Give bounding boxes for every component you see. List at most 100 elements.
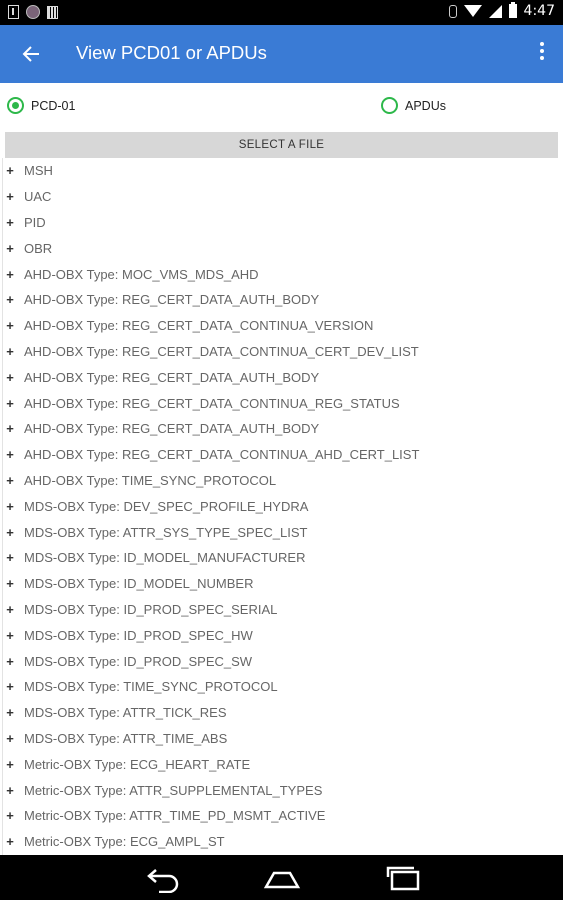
tree-item[interactable]: + MDS-OBX Type: ATTR_SYS_TYPE_SPEC_LIST [0, 519, 563, 545]
tree-item-label: AHD-OBX Type: REG_CERT_DATA_AUTH_BODY [24, 421, 320, 437]
tree-item[interactable]: + MDS-OBX Type: ID_MODEL_NUMBER [0, 570, 563, 597]
tree-item[interactable]: + AHD-OBX Type: REG_CERT_DATA_CONTINUA_CE… [0, 338, 563, 365]
bluetooth-icon [448, 4, 457, 18]
back-icon [147, 869, 179, 894]
tree-item-label: AHD-OBX Type: REG_CERT_DATA_AUTH_BODY [24, 369, 320, 385]
tree-item-label: MDS-OBX Type: ID_MODEL_MANUFACTURER [24, 550, 306, 566]
tree-item[interactable]: + AHD-OBX Type: MOC_VMS_MDS_AHD [0, 261, 563, 287]
tree-item[interactable]: + MDS-OBX Type: ID_MODEL_MANUFACTURER [0, 544, 563, 571]
tree-item-label: AHD-OBX Type: REG_CERT_DATA_CONTINUA_VER… [24, 318, 374, 334]
expand-icon[interactable]: + [2, 544, 17, 571]
back-button[interactable] [14, 38, 50, 70]
tree-item-label: AHD-OBX Type: REG_CERT_DATA_CONTINUA_CER… [24, 343, 419, 359]
expand-icon[interactable]: + [2, 570, 17, 597]
expand-icon[interactable]: + [2, 364, 17, 391]
barcode-icon [47, 5, 58, 19]
tree-item-label: PID [24, 214, 46, 230]
tree-item[interactable]: + MDS-OBX Type: ID_PROD_SPEC_HW [0, 622, 563, 649]
radio-apdus[interactable]: APDUs [381, 97, 446, 114]
notification-icon [8, 5, 19, 19]
tree-item-label: Metric-OBX Type: ECG_HEART_RATE [24, 756, 251, 772]
tree-item-label: MDS-OBX Type: ATTR_TIME_ABS [24, 730, 228, 746]
expand-icon[interactable]: + [2, 286, 17, 313]
expand-icon[interactable]: + [2, 725, 17, 752]
battery-icon [508, 2, 517, 18]
signal-icon [488, 4, 502, 18]
tree-item-label: AHD-OBX Type: REG_CERT_DATA_CONTINUA_AHD… [24, 447, 420, 463]
nav-recents-button[interactable] [384, 863, 424, 893]
overflow-menu-button[interactable] [537, 42, 547, 66]
tree-item-label: MDS-OBX Type: ATTR_TICK_RES [24, 705, 227, 721]
tree-item[interactable]: + AHD-OBX Type: REG_CERT_DATA_CONTINUA_VE… [0, 312, 563, 339]
clock: 4:47 [523, 3, 555, 19]
tree-item[interactable]: + Metric-OBX Type: ECG_HEART_RATE [0, 751, 563, 778]
tree-item-label: UAC [24, 189, 52, 205]
tree-item-label: OBR [24, 240, 53, 256]
arrow-back-icon [22, 46, 39, 62]
expand-icon[interactable]: + [2, 493, 17, 520]
tree-item[interactable]: + AHD-OBX Type: REG_CERT_DATA_CONTINUA_AH… [0, 441, 563, 468]
view-mode-radio-group: PCD-01 APDUs [0, 92, 563, 122]
expand-icon[interactable]: + [2, 828, 17, 855]
tree-item[interactable]: + MDS-OBX Type: ATTR_TICK_RES [0, 699, 563, 726]
tree-item[interactable]: + OBR [0, 235, 563, 262]
tree-item[interactable]: + MDS-OBX Type: ID_PROD_SPEC_SW [0, 648, 563, 674]
tree-item[interactable]: + MDS-OBX Type: ATTR_TIME_ABS [0, 725, 563, 752]
more-vert-icon [540, 42, 544, 46]
radio-checked-icon [7, 97, 24, 114]
tree-item[interactable]: + AHD-OBX Type: REG_CERT_DATA_AUTH_BODY [0, 286, 563, 313]
select-file-button[interactable]: SELECT A FILE [5, 132, 558, 158]
radio-pcd01[interactable]: PCD-01 [7, 97, 75, 114]
nav-back-button[interactable] [143, 863, 183, 894]
expand-icon[interactable]: + [2, 802, 17, 829]
page-title: View PCD01 or APDUs [76, 42, 267, 63]
tree-item[interactable]: + MSH [0, 158, 563, 184]
radio-unchecked-icon [381, 97, 398, 114]
tree-item-label: Metric-OBX Type: ATTR_TIME_PD_MSMT_ACTIV… [24, 808, 326, 824]
tree-item[interactable]: + Metric-OBX Type: ATTR_TIME_PD_MSMT_ACTI… [0, 802, 563, 829]
expand-icon[interactable]: + [2, 312, 17, 339]
tree-item[interactable]: + MDS-OBX Type: TIME_SYNC_PROTOCOL [0, 673, 563, 700]
tree-item-label: AHD-OBX Type: MOC_VMS_MDS_AHD [24, 266, 259, 282]
tree-item[interactable]: + MDS-OBX Type: ID_PROD_SPEC_SERIAL [0, 596, 563, 623]
expand-icon[interactable]: + [2, 390, 17, 416]
expand-icon[interactable]: + [2, 596, 17, 623]
tree-item[interactable]: + MDS-OBX Type: DEV_SPEC_PROFILE_HYDRA [0, 493, 563, 520]
expand-icon[interactable]: + [2, 235, 17, 262]
expand-icon[interactable]: + [2, 158, 17, 184]
nav-home-button[interactable] [262, 863, 302, 893]
expand-icon[interactable]: + [2, 648, 17, 674]
tree-item[interactable]: + AHD-OBX Type: REG_CERT_DATA_AUTH_BODY [0, 364, 563, 391]
expand-icon[interactable]: + [2, 777, 17, 803]
tree-item-label: MDS-OBX Type: ID_PROD_SPEC_SW [24, 653, 253, 669]
expand-icon[interactable]: + [2, 467, 17, 494]
expand-icon[interactable]: + [2, 441, 17, 468]
tree-item[interactable]: + AHD-OBX Type: REG_CERT_DATA_AUTH_BODY [0, 415, 563, 442]
tree-item-label: AHD-OBX Type: REG_CERT_DATA_CONTINUA_REG… [24, 395, 400, 411]
tree-item[interactable]: + PID [0, 209, 563, 236]
app-avatar-icon [26, 5, 40, 19]
expand-icon[interactable]: + [2, 261, 17, 287]
tree-item-label: Metric-OBX Type: ATTR_SUPPLEMENTAL_TYPES [24, 782, 323, 798]
expand-icon[interactable]: + [2, 415, 17, 442]
expand-icon[interactable]: + [2, 519, 17, 545]
status-bar: 4:47 [0, 0, 563, 25]
expand-icon[interactable]: + [2, 673, 17, 700]
tree-item[interactable]: + UAC [0, 183, 563, 210]
tree-item-label: AHD-OBX Type: TIME_SYNC_PROTOCOL [24, 472, 277, 488]
tree-item[interactable]: + AHD-OBX Type: TIME_SYNC_PROTOCOL [0, 467, 563, 494]
expand-icon[interactable]: + [2, 209, 17, 236]
tree-item-label: MDS-OBX Type: DEV_SPEC_PROFILE_HYDRA [24, 498, 309, 514]
navigation-bar [0, 855, 563, 900]
expand-icon[interactable]: + [2, 622, 17, 649]
tree-item[interactable]: + AHD-OBX Type: REG_CERT_DATA_CONTINUA_RE… [0, 390, 563, 416]
expand-icon[interactable]: + [2, 699, 17, 726]
tree-item-label: MDS-OBX Type: ID_PROD_SPEC_HW [24, 627, 253, 643]
recents-icon [386, 866, 420, 891]
tree-item[interactable]: + Metric-OBX Type: ECG_AMPL_ST [0, 828, 563, 855]
expand-icon[interactable]: + [2, 338, 17, 365]
tree-item-label: AHD-OBX Type: REG_CERT_DATA_AUTH_BODY [24, 292, 320, 308]
expand-icon[interactable]: + [2, 751, 17, 778]
expand-icon[interactable]: + [2, 183, 17, 210]
tree-item[interactable]: + Metric-OBX Type: ATTR_SUPPLEMENTAL_TYPE… [0, 777, 563, 803]
